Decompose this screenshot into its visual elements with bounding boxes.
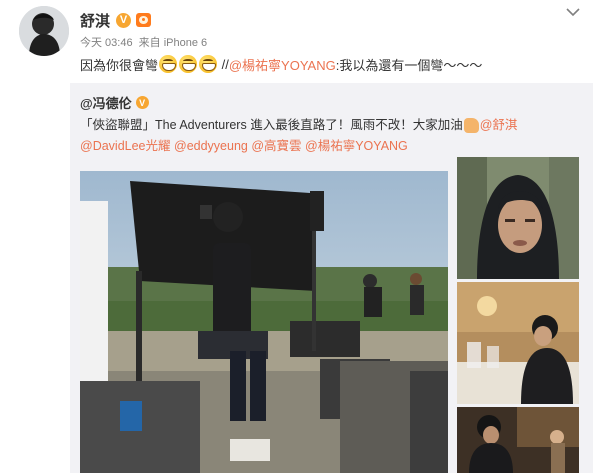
- hotel-lobby-scene-photo[interactable]: [457, 407, 579, 473]
- repost-author[interactable]: @冯德伦: [80, 93, 132, 112]
- film-set-photo[interactable]: [80, 171, 448, 473]
- mention-link[interactable]: @舒淇: [480, 118, 518, 132]
- post-meta: 今天 03:46 来自 iPhone 6: [80, 34, 207, 50]
- repost-text-body: 「俠盜聯盟」The Adventurers 進入最後直路了！風雨不改！大家加油: [80, 118, 463, 132]
- chevron-down-icon[interactable]: [563, 4, 583, 20]
- post-header: 舒淇 V: [80, 9, 152, 31]
- mention-link[interactable]: @eddyyeung: [174, 139, 248, 153]
- verified-icon: V: [135, 96, 149, 109]
- grin-emoji-icon: [179, 55, 198, 73]
- post-text-after: :我以為還有一個彎～～～: [335, 57, 483, 73]
- post-text-separator: //: [218, 56, 229, 72]
- repost-text: 「俠盜聯盟」The Adventurers 進入最後直路了！風雨不改！大家加油 @…: [80, 115, 585, 157]
- post-text-before: 因為你很會彎: [80, 57, 159, 73]
- repost-card: @冯德伦 V 「俠盜聯盟」The Adventurers 進入最後直路了！風雨不…: [70, 83, 593, 473]
- mention-link[interactable]: @DavidLee光耀: [80, 139, 171, 153]
- post-text: 因為你很會彎 // @楊祐寧YOYANG :我以為還有一個彎～～～: [80, 53, 482, 75]
- username[interactable]: 舒淇: [80, 10, 110, 31]
- member-badge-icon[interactable]: [136, 13, 152, 27]
- source-prefix: 来自: [138, 37, 161, 49]
- avatar-image: [19, 6, 69, 56]
- source-link[interactable]: iPhone 6: [164, 37, 207, 49]
- grin-emoji-icon: [159, 55, 178, 73]
- hooded-actor-closeup-photo[interactable]: [457, 157, 579, 279]
- post-time[interactable]: 今天 03:46: [80, 37, 133, 49]
- avatar[interactable]: [19, 6, 69, 56]
- fist-emoji-icon: [463, 118, 479, 134]
- mention-link[interactable]: @楊祐寧YOYANG: [229, 55, 336, 74]
- mention-link[interactable]: @高寶雲: [251, 139, 301, 153]
- grin-emoji-icon: [199, 55, 218, 73]
- restaurant-scene-photo[interactable]: [457, 282, 579, 404]
- verified-icon: V: [116, 12, 132, 28]
- mention-link[interactable]: @楊祐寧YOYANG: [305, 139, 408, 153]
- repost-author-row: @冯德伦 V: [80, 93, 149, 112]
